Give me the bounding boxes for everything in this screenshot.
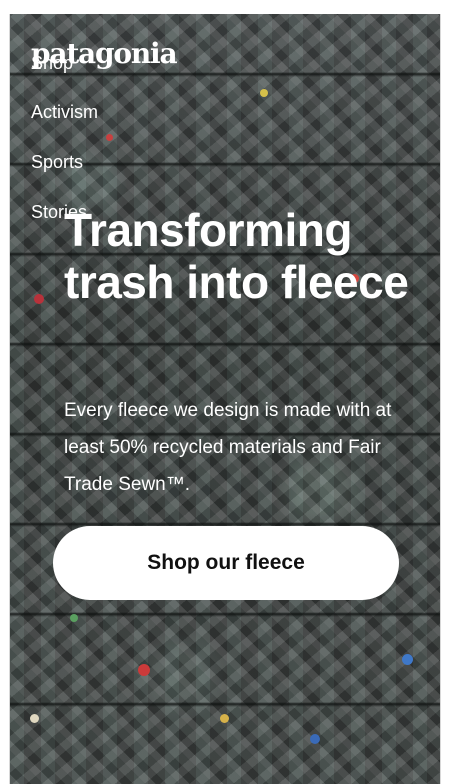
shop-our-fleece-button[interactable]: Shop our fleece	[53, 526, 399, 600]
hero-section: Shop patagonia Activism Sports Stories T…	[9, 14, 441, 784]
bottle-cap-decoration	[402, 654, 413, 665]
hero-headline: Transforming trash into fleece	[64, 204, 409, 308]
bottle-cap-decoration	[138, 664, 150, 676]
bottle-cap-decoration	[30, 714, 39, 723]
bottle-cap-decoration	[220, 714, 229, 723]
bottle-cap-decoration	[260, 89, 268, 97]
bottle-cap-decoration	[310, 734, 320, 744]
bottle-cap-decoration	[70, 614, 78, 622]
nav-link-sports[interactable]: Sports	[31, 153, 83, 171]
hero-description: Every fleece we design is made with at l…	[64, 400, 392, 495]
patagonia-logo[interactable]: patagonia	[31, 40, 178, 68]
bottle-cap-decoration	[34, 294, 44, 304]
bottle-cap-decoration	[106, 134, 113, 141]
nav-link-activism[interactable]: Activism	[31, 103, 98, 121]
